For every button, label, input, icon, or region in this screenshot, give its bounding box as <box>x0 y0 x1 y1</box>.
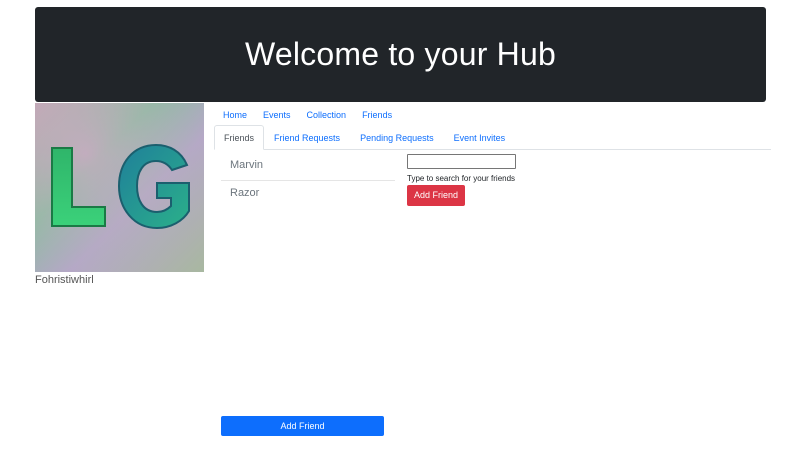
nav-link-home[interactable]: Home <box>215 108 255 122</box>
profile-username: Fohristiwhirl <box>35 274 94 286</box>
friend-search-input[interactable] <box>407 154 516 169</box>
header-banner: Welcome to your Hub <box>35 7 766 102</box>
page-title: Welcome to your Hub <box>245 36 556 72</box>
profile-picture <box>35 103 204 272</box>
page: Welcome to your Hub Fohristiwhirl Home E… <box>0 0 800 450</box>
tab-friend-requests[interactable]: Friend Requests <box>264 125 350 150</box>
nav-link-events[interactable]: Events <box>255 108 299 122</box>
add-friend-button[interactable]: Add Friend <box>407 185 466 206</box>
tab-pending-requests[interactable]: Pending Requests <box>350 125 444 150</box>
friend-list: Marvin Razor <box>221 153 395 208</box>
list-item[interactable]: Razor <box>221 181 395 208</box>
friend-search: Type to search for your friends Add Frie… <box>407 154 516 206</box>
nav-link-friends[interactable]: Friends <box>354 108 400 122</box>
friends-tabs: Friends Friend Requests Pending Requests… <box>214 125 771 150</box>
list-item[interactable]: Marvin <box>221 153 395 181</box>
nav-link-collection[interactable]: Collection <box>299 108 355 122</box>
tab-event-invites[interactable]: Event Invites <box>444 125 516 150</box>
top-nav: Home Events Collection Friends <box>215 108 400 122</box>
add-friend-bottom-button[interactable]: Add Friend <box>221 416 384 436</box>
search-hint: Type to search for your friends <box>407 174 516 183</box>
tab-friends[interactable]: Friends <box>214 125 265 150</box>
profile-picture-image <box>35 103 204 272</box>
